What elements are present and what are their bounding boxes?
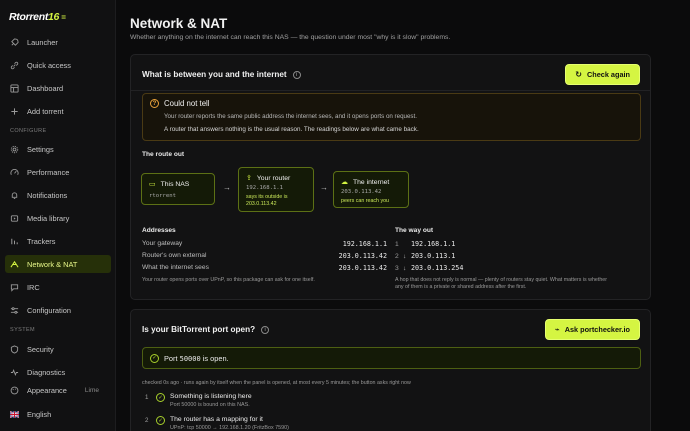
step-desc: UPnP: tcp 50000 → 192.168.1.20 (FritzBox… xyxy=(170,425,289,431)
port-number: 50000 xyxy=(179,354,201,363)
gateway-label: Your gateway xyxy=(142,240,183,247)
gateway-value: 192.168.1.1 xyxy=(342,240,387,248)
page-subtitle: Whether anything on the internet can rea… xyxy=(130,34,451,41)
step-desc: Port 50000 is bound on this NAS. xyxy=(170,402,250,408)
port-card-title: Is your BitTorrent port open? i xyxy=(142,325,270,334)
router-external-value: 203.0.113.42 xyxy=(338,252,387,260)
flag-uk-icon xyxy=(10,410,19,419)
card-divider xyxy=(131,345,650,346)
addresses-label: Addresses xyxy=(142,227,176,234)
hops-note-2: any of them is a private or shared addre… xyxy=(395,284,527,290)
server-icon: ▭ xyxy=(149,181,156,188)
step-title: Something is listening here xyxy=(170,393,252,400)
router-ip: 192.168.1.1 xyxy=(246,185,284,191)
page-title: Network & NAT xyxy=(130,16,228,31)
sidebar-item-network-nat[interactable]: Network & NAT xyxy=(5,255,111,273)
warning-line-1: Your router reports the same public addr… xyxy=(164,113,417,120)
sidebar-item-configuration[interactable]: Configuration xyxy=(5,301,111,319)
chat-icon xyxy=(10,283,19,292)
between-card-title: What is between you and the internet i xyxy=(142,70,301,79)
hop-row: 1 192.168.1.1 xyxy=(395,240,456,248)
warning-icon: ? xyxy=(150,99,159,108)
nas-hostname: rtorrent xyxy=(149,193,176,199)
section-label-configure: CONFIGURE xyxy=(10,128,47,134)
addresses-note: Your router opens ports over UPnP, so th… xyxy=(142,277,315,283)
bell-icon xyxy=(10,191,19,200)
trackers-icon xyxy=(10,237,19,246)
sidebar-item-trackers[interactable]: Trackers xyxy=(5,232,111,250)
route-out-label: The route out xyxy=(142,151,185,158)
refresh-icon: ↻ xyxy=(575,70,582,79)
internet-reach-note: peers can reach you xyxy=(341,198,389,204)
gauge-icon xyxy=(10,168,19,177)
sidebar: Rtorrent16 = Launcher Quick access Dashbo… xyxy=(0,0,116,431)
shield-icon xyxy=(10,344,19,354)
sidebar-item-dashboard[interactable]: Dashboard xyxy=(5,79,111,97)
sidebar-item-media-library[interactable]: Media library xyxy=(5,209,111,227)
internet-ip: 203.0.113.42 xyxy=(341,189,382,195)
section-label-system: SYSTEM xyxy=(10,327,36,333)
sidebar-item-irc[interactable]: IRC xyxy=(5,278,111,296)
route-node-router: ⇪ Your router 192.168.1.1 says its outsid… xyxy=(238,167,314,212)
warning-line-2: A router that answers nothing is the usu… xyxy=(164,126,419,133)
step-title: The router has a mapping for it xyxy=(170,416,263,423)
hop-row: 2 ↓ 203.0.113.1 xyxy=(395,252,456,260)
router-outside-ip: 203.0.113.42 xyxy=(246,201,277,207)
language-selector[interactable]: English xyxy=(5,405,111,423)
last-checked-note: checked 0s ago · runs again by itself wh… xyxy=(142,380,411,386)
warning-title: Could not tell xyxy=(164,99,210,108)
plus-icon xyxy=(10,107,19,116)
check-again-button[interactable]: ↻ Check again xyxy=(565,64,640,85)
router-external-label: Router's own external xyxy=(142,252,207,259)
hops-note-1: A hop that does not reply is normal — pl… xyxy=(395,277,607,283)
router-icon: ⇪ xyxy=(246,175,252,182)
internet-sees-value: 203.0.113.42 xyxy=(338,264,387,272)
sidebar-item-appearance[interactable]: Appearance Lime xyxy=(5,381,111,399)
port-card: Is your BitTorrent port open? i ⌁ Ask po… xyxy=(130,309,651,431)
sidebar-item-settings[interactable]: Settings xyxy=(5,140,111,158)
gear-icon xyxy=(10,145,19,154)
sidebar-item-launcher[interactable]: Launcher xyxy=(5,33,111,51)
sliders-icon xyxy=(10,306,19,315)
app-logo[interactable]: Rtorrent16 = xyxy=(9,11,66,23)
warning-box: ? Could not tell Your router reports the… xyxy=(142,93,641,141)
pulse-icon xyxy=(10,368,19,377)
sidebar-item-diagnostics[interactable]: Diagnostics xyxy=(5,363,111,381)
internet-sees-label: What the internet sees xyxy=(142,264,209,271)
route-node-internet: ☁ The internet 203.0.113.42 peers can rea… xyxy=(333,171,409,208)
ask-portchecker-button[interactable]: ⌁ Ask portchecker.io xyxy=(544,319,640,340)
arrow-right-icon: → xyxy=(223,183,231,192)
dashboard-icon xyxy=(10,83,19,93)
way-out-label: The way out xyxy=(395,227,434,234)
port-status-text: Port 50000 is open. xyxy=(164,353,229,363)
sidebar-item-quick-access[interactable]: Quick access xyxy=(5,56,111,74)
link-icon xyxy=(10,61,19,70)
palette-icon xyxy=(10,386,19,395)
arrow-right-icon: → xyxy=(320,183,328,192)
cloud-icon: ☁ xyxy=(341,179,348,186)
check-circle-icon: ✓ xyxy=(156,416,165,425)
route-node-nas: ▭ This NAS rtorrent xyxy=(141,173,215,205)
card-divider xyxy=(131,90,650,91)
sidebar-item-add-torrent[interactable]: Add torrent xyxy=(5,102,111,120)
check-circle-icon: ✓ xyxy=(150,353,159,363)
library-icon xyxy=(10,214,19,223)
appearance-value: Lime xyxy=(84,386,99,394)
port-status-box: ✓ Port 50000 is open. xyxy=(142,347,641,369)
plug-icon: ⌁ xyxy=(554,325,560,334)
sidebar-item-performance[interactable]: Performance xyxy=(5,163,111,181)
info-icon[interactable]: i xyxy=(292,70,301,79)
check-circle-icon: ✓ xyxy=(156,393,165,402)
between-card: What is between you and the internet i ↻… xyxy=(130,54,651,300)
hop-row: 3 ↓ 203.0.113.254 xyxy=(395,264,464,272)
network-icon xyxy=(10,260,19,269)
info-icon[interactable]: i xyxy=(261,325,270,334)
sidebar-item-security[interactable]: Security xyxy=(5,340,111,358)
sidebar-item-notifications[interactable]: Notifications xyxy=(5,186,111,204)
router-outside-note: says its outside is xyxy=(246,194,288,200)
rocket-icon xyxy=(10,37,19,47)
